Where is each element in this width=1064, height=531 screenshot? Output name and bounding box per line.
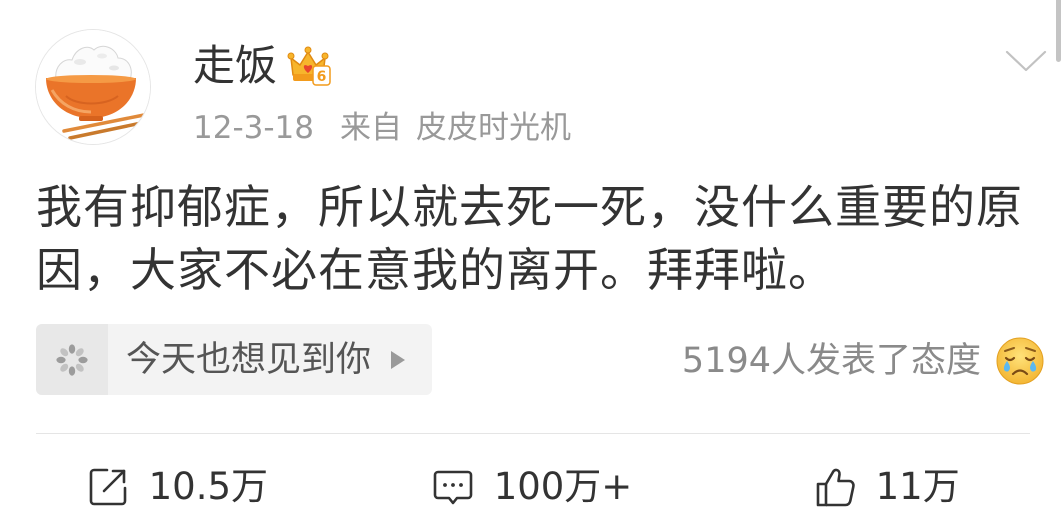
reactions-summary[interactable]: 5194人发表了态度 xyxy=(682,335,1045,387)
post-meta: 12-3-18 来自 皮皮时光机 xyxy=(193,108,571,148)
play-triangle-icon xyxy=(391,350,406,369)
like-button[interactable]: 11万 xyxy=(709,455,1064,519)
author-row: 走饭 6 xyxy=(193,40,331,92)
divider xyxy=(36,433,1030,434)
source-prefix: 来自 xyxy=(340,110,402,146)
rice-bowl-avatar-icon xyxy=(36,30,150,144)
topic-icon-box xyxy=(36,324,108,395)
chevron-down-icon[interactable] xyxy=(1004,48,1048,74)
topic-chip[interactable]: 今天也想见到你 xyxy=(36,324,432,395)
action-bar: 10.5万 100万+ 11万 xyxy=(0,455,1064,519)
repost-icon xyxy=(89,468,126,506)
weibo-post-card: 走饭 6 12-3-18 来自 皮皮时光机 我有抑郁症，所以就去死一死，没什么重要的… xyxy=(0,0,1064,531)
vip-level-label: 6 xyxy=(317,69,327,85)
vip-crown-icon[interactable]: 6 xyxy=(287,45,331,87)
crying-face-icon xyxy=(996,337,1044,385)
comment-button[interactable]: 100万+ xyxy=(355,455,710,519)
comment-count: 100万+ xyxy=(493,465,633,508)
post-time: 12-3-18 xyxy=(193,110,314,146)
topic-label: 今天也想见到你 xyxy=(126,339,372,380)
scrollbar[interactable] xyxy=(1056,0,1061,62)
author-avatar[interactable] xyxy=(36,30,150,144)
reactions-text: 5194人发表了态度 xyxy=(681,341,981,381)
pinwheel-icon xyxy=(56,343,88,376)
author-name[interactable]: 走饭 xyxy=(193,40,277,92)
like-icon xyxy=(816,468,855,507)
like-count: 11万 xyxy=(875,465,960,508)
comment-icon xyxy=(433,470,472,505)
repost-button[interactable]: 10.5万 xyxy=(0,455,355,519)
repost-count: 10.5万 xyxy=(148,465,269,508)
source-name[interactable]: 皮皮时光机 xyxy=(416,110,571,146)
post-text: 我有抑郁症，所以就去死一死，没什么重要的原因，大家不必在意我的离开。拜拜啦。 xyxy=(36,180,1023,297)
